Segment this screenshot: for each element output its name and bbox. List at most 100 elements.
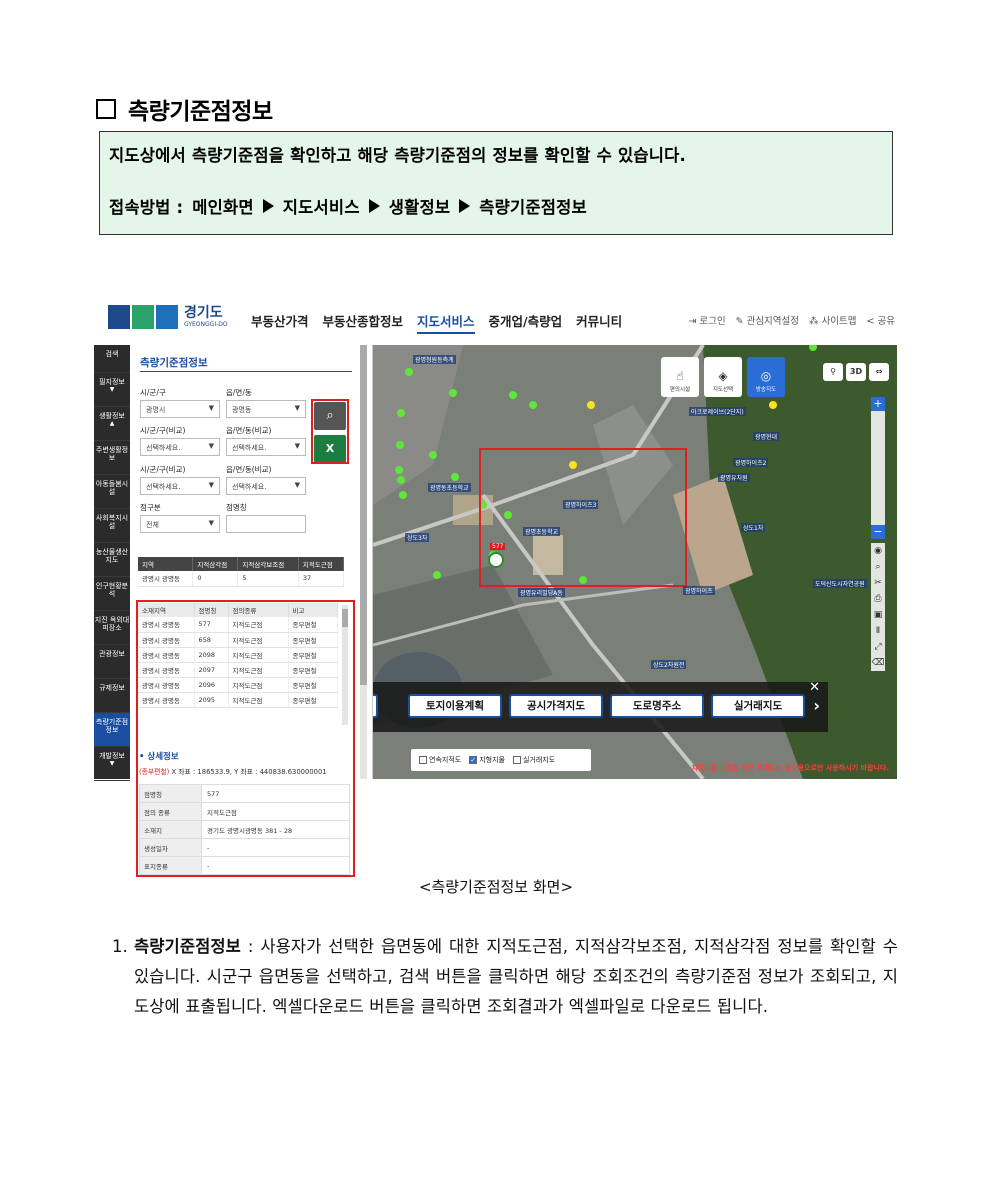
lnb-item[interactable]: 아동돌봄시설 <box>94 475 130 509</box>
layers-icon: ◈ <box>718 369 728 383</box>
column-header: 지적삼각점 <box>192 557 239 571</box>
arrow-right-icon <box>262 199 274 213</box>
theme-button[interactable]: 토지이용계획 <box>408 694 502 718</box>
theme-button-partial[interactable] <box>373 694 378 718</box>
column-header: 지적도근점 <box>298 557 345 571</box>
sigungu-compare-select-2[interactable]: 선택하세요. ▼ <box>140 477 220 495</box>
menu-item-active[interactable]: 지도서비스 <box>417 311 475 334</box>
map-theme-bar: ✕ 토지이용계획 공시가격지도 도로명주소 실거래지도 › <box>373 680 828 732</box>
lnb-item[interactable]: 필지정보 ▼ <box>94 373 130 407</box>
menu-item[interactable]: 중개업/측량업 <box>489 311 563 334</box>
quick-amenities-button[interactable]: ☝ 편의시설 <box>661 357 699 397</box>
lnb-item[interactable]: 개발정보 ▼ <box>94 747 130 781</box>
global-nav: 경기도 GYEONGGI-DO 부동산가격 부동산종합정보 지도서비스 중개업/… <box>94 295 897 345</box>
menu-item[interactable]: 커뮤니티 <box>576 311 622 334</box>
theme-button[interactable]: 공시가격지도 <box>509 694 603 718</box>
lnb-item[interactable]: 주변생활정보 <box>94 441 130 475</box>
emd-compare-select-2[interactable]: 선택하세요. ▼ <box>226 477 306 495</box>
access-step: 측량기준점정보 <box>479 198 587 217</box>
search-map-icon[interactable]: ⌕ <box>871 562 885 572</box>
theme-button[interactable]: 실거래지도 <box>711 694 805 718</box>
layer-toggle[interactable]: ✓ 지형지물 <box>469 755 505 765</box>
access-path: 접속방법 : 메인화면 지도서비스 생활정보 측량기준점정보 <box>109 194 883 218</box>
menu-item[interactable]: 부동산종합정보 <box>323 311 404 334</box>
column-header: 지역 <box>138 557 194 571</box>
quick-broadcast-map-button[interactable]: ◎ 방송지도 <box>747 357 785 397</box>
emd-compare-select[interactable]: 선택하세요. ▼ <box>226 438 306 456</box>
label-sigungu-compare: 시/군/구(비교) <box>140 426 186 435</box>
chevron-right-icon[interactable]: › <box>813 696 820 715</box>
arrow-right-icon <box>368 199 380 213</box>
lnb-item[interactable]: 규제정보 <box>94 679 130 713</box>
screenshot: 경기도 GYEONGGI-DO 부동산가격 부동산종합정보 지도서비스 중개업/… <box>94 295 897 880</box>
gyeonggi-logo-icon <box>108 305 178 329</box>
highlight-box-results <box>136 600 355 877</box>
point-name-input[interactable] <box>226 515 306 533</box>
layer-toggle[interactable]: 연속지적도 <box>419 755 461 765</box>
label-emd: 읍/면/동 <box>226 388 252 397</box>
map-toolbar: ⚲ 3D ⇔ <box>823 363 889 381</box>
locate-icon[interactable]: ◉ <box>871 546 885 556</box>
label-emd-compare: 읍/면/동(비교) <box>226 426 272 435</box>
close-icon[interactable]: ✕ <box>809 680 820 695</box>
lnb-item[interactable]: 인구현황분석 <box>94 577 130 611</box>
login-link[interactable]: ⇥ 로그인 <box>688 313 725 327</box>
split-view-icon[interactable]: ⇔ <box>869 363 889 381</box>
save-icon[interactable]: ▣ <box>871 610 885 620</box>
emd-select[interactable]: 광명동 ▼ <box>226 400 306 418</box>
logo[interactable]: 경기도 GYEONGGI-DO <box>108 305 228 329</box>
lnb-item[interactable]: 검색 <box>94 345 130 373</box>
table-row[interactable]: 광명시 광명동 0 5 37 <box>138 571 345 587</box>
zoom-out-button[interactable]: − <box>871 525 885 539</box>
figure-caption: <측량기준점정보 화면> <box>418 878 574 896</box>
intro-box: 지도상에서 측량기준점을 확인하고 해당 측량기준점의 정보를 확인할 수 있습… <box>99 131 893 235</box>
lnb-item[interactable]: 농산물생산지도 <box>94 543 130 577</box>
access-step: 지도서비스 <box>282 198 360 217</box>
3d-button[interactable]: 3D <box>846 363 866 381</box>
zoom-in-button[interactable]: + <box>871 397 885 411</box>
item-text: : 사용자가 선택한 읍면동에 대한 지적도근점, 지적삼각보조점, 지적삼각점… <box>134 937 898 1016</box>
section-title-text: 측량기준점정보 <box>128 99 273 125</box>
sigungu-select[interactable]: 광명시 ▼ <box>140 400 220 418</box>
eraser-icon[interactable]: ⌫ <box>871 658 885 668</box>
fullscreen-icon[interactable]: ⤢ <box>871 642 885 652</box>
label-emd-compare: 읍/면/동(비교) <box>226 465 272 474</box>
access-step: 생활정보 <box>388 198 451 217</box>
zoom-control[interactable]: + − <box>871 397 885 539</box>
lnb-item[interactable]: 지진 옥외대피장소 <box>94 611 130 645</box>
sitemap-link[interactable]: ⁂ 사이트맵 <box>809 313 857 327</box>
point-kind-select[interactable]: 전체 ▼ <box>140 515 220 533</box>
label-point-name: 점명칭 <box>226 503 247 512</box>
pause-icon[interactable]: Ⅱ <box>871 626 885 636</box>
map-side-tools: ◉ ⌕ ✂ ⎙ ▣ Ⅱ ⤢ ⌫ <box>871 543 885 671</box>
arrow-right-icon <box>459 199 471 213</box>
layer-toggle[interactable]: 실거래지도 <box>512 755 555 765</box>
quick-map-select-button[interactable]: ◈ 지도선택 <box>704 357 742 397</box>
description-paragraph: 1. 측량기준점정보 : 사용자가 선택한 읍면동에 대한 지적도근점, 지적삼… <box>112 932 898 1022</box>
target-icon: ◎ <box>760 369 772 383</box>
panel-scrollbar[interactable] <box>360 345 367 779</box>
lnb-item[interactable]: 사회복지시설 <box>94 509 130 543</box>
menu-item[interactable]: 부동산가격 <box>251 311 309 334</box>
measure-icon[interactable]: ✂ <box>871 578 885 588</box>
checkbox-square-icon <box>96 99 116 119</box>
aerial-map[interactable]: 광명청원동측계 아크로제이브(2단지) 광명현대 광명유치원 광명하이츠2 광명… <box>373 345 897 779</box>
lnb-item[interactable]: 생활정보 ▲ <box>94 407 130 441</box>
print-icon[interactable]: ⎙ <box>871 594 885 604</box>
item-term: 측량기준점정보 <box>134 937 241 956</box>
column-header: 지적삼각보조점 <box>237 557 299 571</box>
location-pin-icon[interactable]: ⚲ <box>823 363 843 381</box>
panel-title: 측량기준점정보 <box>140 357 208 369</box>
lnb-item[interactable]: 관광정보 <box>94 645 130 679</box>
lnb-item-active[interactable]: 측량기준점정보 <box>94 713 130 747</box>
share-link[interactable]: < 공유 <box>867 313 895 327</box>
logo-text: 경기도 <box>184 305 223 321</box>
label-sigungu: 시/군/구 <box>140 388 166 397</box>
interest-area-link[interactable]: ✎ 관심지역설정 <box>736 313 799 327</box>
sigungu-compare-select[interactable]: 선택하세요. ▼ <box>140 438 220 456</box>
highlight-box-buttons <box>311 399 349 464</box>
theme-button[interactable]: 도로명주소 <box>610 694 704 718</box>
access-step: 메인화면 <box>192 198 254 217</box>
util-links: ⇥ 로그인 ✎ 관심지역설정 ⁂ 사이트맵 < 공유 <box>688 313 895 327</box>
label-sigungu-compare: 시/군/구(비교) <box>140 465 186 474</box>
